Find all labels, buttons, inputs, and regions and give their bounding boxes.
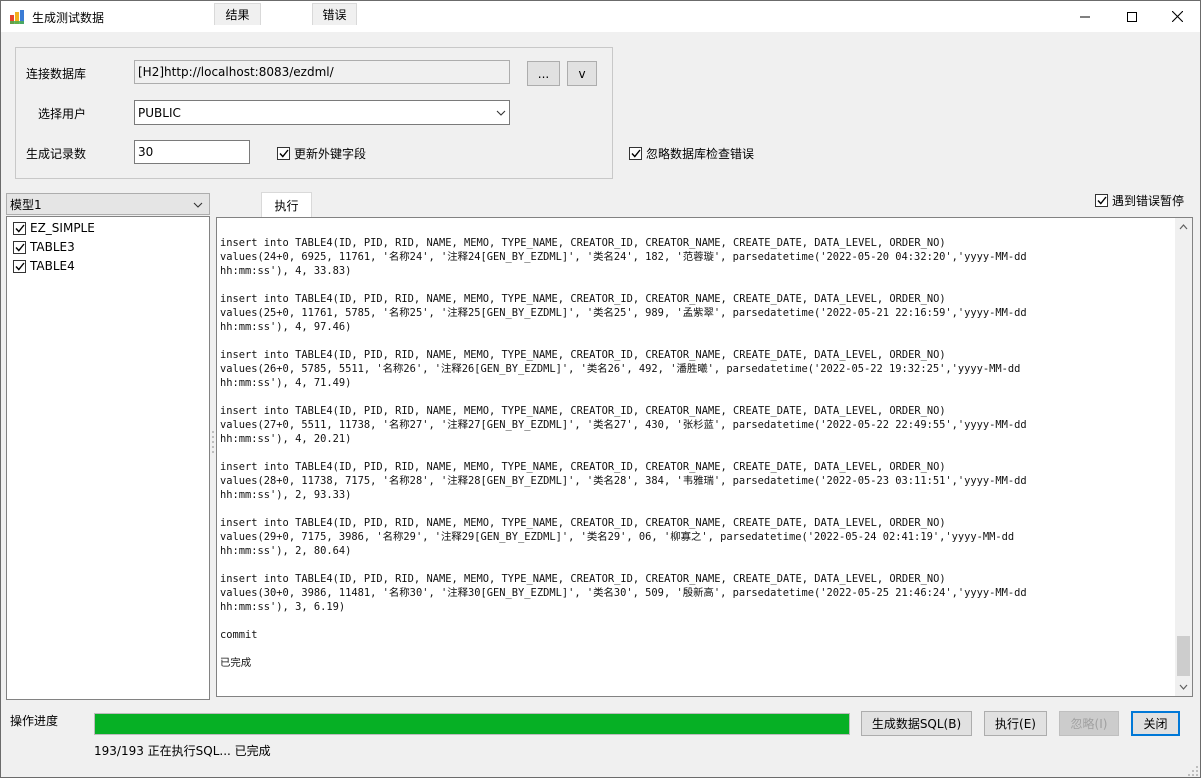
ignore-button[interactable]: 忽略(I): [1059, 711, 1119, 736]
checkbox-checked-icon: [277, 147, 290, 160]
sql-line: hh:mm:ss'), 3, 6.19): [220, 601, 346, 613]
pause-on-error-label: 遇到错误暂停: [1112, 194, 1185, 208]
model-select[interactable]: 模型1: [6, 193, 210, 215]
sql-statement: insert into TABLE4(ID, PID, RID, NAME, M…: [220, 292, 1172, 334]
sql-statement: insert into TABLE4(ID, PID, RID, NAME, M…: [220, 404, 1172, 446]
grip-icon: [212, 431, 214, 453]
sql-line: values(24+0, 6925, 11761, '名称24', '注释24[…: [220, 251, 1027, 263]
ignore-db-errors-checkbox[interactable]: 忽略数据库检查错误: [629, 145, 754, 162]
tree-item-label: EZ_SIMPLE: [30, 221, 95, 235]
checkbox-checked-icon: [1095, 194, 1108, 207]
progress-fill: [95, 714, 849, 734]
checkbox-checked-icon[interactable]: [13, 240, 26, 254]
browse-db-button[interactable]: ...: [527, 61, 560, 86]
progress-status: 193/193 正在执行SQL... 已完成: [94, 744, 271, 758]
progress-label: 操作进度: [10, 714, 59, 728]
scroll-up-icon[interactable]: [1179, 224, 1188, 230]
sql-line: hh:mm:ss'), 4, 97.46): [220, 321, 352, 333]
close-window-button[interactable]: [1154, 1, 1200, 32]
user-label: 选择用户: [38, 107, 87, 121]
sql-line: values(28+0, 11738, 7175, '名称28', '注释28[…: [220, 475, 1027, 487]
left-panel: 模型1 EZ_SIMPLE TABLE3 TABLE4: [6, 193, 210, 701]
sql-line: hh:mm:ss'), 4, 71.49): [220, 377, 352, 389]
vertical-scrollbar[interactable]: [1175, 218, 1192, 696]
title-bar[interactable]: 生成测试数据: [1, 1, 1200, 32]
user-select-value: PUBLIC: [138, 105, 181, 120]
sql-line: insert into TABLE4(ID, PID, RID, NAME, M…: [220, 461, 946, 473]
minimize-button[interactable]: [1062, 1, 1108, 32]
sql-statement: insert into TABLE4(ID, PID, RID, NAME, M…: [220, 460, 1172, 502]
minimize-icon: [1080, 16, 1090, 17]
maximize-icon: [1127, 11, 1137, 22]
close-icon: [1171, 11, 1183, 22]
update-fk-checkbox[interactable]: 更新外键字段: [277, 145, 366, 162]
sql-line: insert into TABLE4(ID, PID, RID, NAME, M…: [220, 573, 946, 585]
checkbox-checked-icon: [629, 147, 642, 160]
sql-line: insert into TABLE4(ID, PID, RID, NAME, M…: [220, 349, 946, 361]
log-text: insert into TABLE4(ID, PID, RID, NAME, M…: [220, 236, 1172, 684]
progress-bar: [94, 713, 850, 735]
user-select[interactable]: PUBLIC: [134, 100, 510, 125]
tree-item-table3[interactable]: TABLE3: [13, 238, 75, 256]
sql-statement: insert into TABLE4(ID, PID, RID, NAME, M…: [220, 516, 1172, 558]
tree-item-table4[interactable]: TABLE4: [13, 257, 75, 275]
sql-line: hh:mm:ss'), 4, 20.21): [220, 433, 352, 445]
db-options-button[interactable]: v: [567, 61, 597, 86]
db-label: 连接数据库: [26, 67, 87, 81]
sql-line: hh:mm:ss'), 2, 80.64): [220, 545, 352, 557]
pause-on-error-checkbox[interactable]: 遇到错误暂停: [1095, 192, 1184, 209]
db-connection-field[interactable]: [H2]http://localhost:8083/ezdml/: [134, 60, 510, 84]
close-button[interactable]: 关闭: [1131, 711, 1180, 736]
sql-statement: insert into TABLE4(ID, PID, RID, NAME, M…: [220, 348, 1172, 390]
sql-line: insert into TABLE4(ID, PID, RID, NAME, M…: [220, 517, 946, 529]
sql-line: hh:mm:ss'), 4, 33.83): [220, 265, 352, 277]
app-icon: [10, 10, 24, 24]
chevron-down-icon: [496, 110, 506, 116]
checkbox-checked-icon[interactable]: [13, 221, 26, 235]
window-title: 生成测试数据: [32, 11, 105, 25]
execution-log[interactable]: insert into TABLE4(ID, PID, RID, NAME, M…: [216, 217, 1193, 697]
ignore-db-errors-label: 忽略数据库检查错误: [646, 147, 755, 161]
checkbox-checked-icon[interactable]: [13, 259, 26, 273]
model-select-value: 模型1: [10, 197, 42, 212]
scrollbar-thumb[interactable]: [1177, 636, 1190, 676]
tab-results[interactable]: 结果: [214, 3, 261, 25]
sql-line: values(25+0, 11761, 5785, '名称25', '注释25[…: [220, 307, 1027, 319]
maximize-button[interactable]: [1109, 1, 1155, 32]
dialog-window: 生成测试数据 连接数据库 [H2]http://localhost:8083/e…: [0, 0, 1201, 778]
table-tree: EZ_SIMPLE TABLE3 TABLE4: [6, 216, 210, 700]
scroll-down-icon[interactable]: [1179, 684, 1188, 690]
sql-line: values(27+0, 5511, 11738, '名称27', '注释27[…: [220, 419, 1027, 431]
sql-line: values(30+0, 3986, 11481, '名称30', '注释30[…: [220, 587, 1027, 599]
resize-grip-icon[interactable]: [1187, 765, 1199, 777]
sql-line: values(29+0, 7175, 3986, '名称29', '注释29[G…: [220, 531, 1015, 543]
tree-item-ez-simple[interactable]: EZ_SIMPLE: [13, 219, 95, 237]
tab-execute[interactable]: 执行: [261, 192, 312, 217]
generate-sql-button[interactable]: 生成数据SQL(B): [861, 711, 972, 736]
commit-line: commit: [220, 629, 258, 641]
sql-line: hh:mm:ss'), 2, 93.33): [220, 489, 352, 501]
sql-statement: insert into TABLE4(ID, PID, RID, NAME, M…: [220, 236, 1172, 278]
update-fk-label: 更新外键字段: [294, 147, 367, 161]
sql-statement: insert into TABLE4(ID, PID, RID, NAME, M…: [220, 572, 1172, 614]
sql-line: values(26+0, 5785, 5511, '名称26', '注释26[G…: [220, 363, 1021, 375]
chevron-down-icon: [193, 202, 203, 208]
tab-errors[interactable]: 错误: [312, 3, 357, 25]
record-count-input[interactable]: 30: [134, 140, 250, 164]
sql-line: insert into TABLE4(ID, PID, RID, NAME, M…: [220, 237, 946, 249]
tree-item-label: TABLE4: [30, 259, 75, 273]
done-line: 已完成: [220, 657, 252, 669]
sql-line: insert into TABLE4(ID, PID, RID, NAME, M…: [220, 405, 946, 417]
tree-item-label: TABLE3: [30, 240, 75, 254]
count-label: 生成记录数: [26, 147, 87, 161]
sql-line: insert into TABLE4(ID, PID, RID, NAME, M…: [220, 293, 946, 305]
execute-button[interactable]: 执行(E): [984, 711, 1047, 736]
